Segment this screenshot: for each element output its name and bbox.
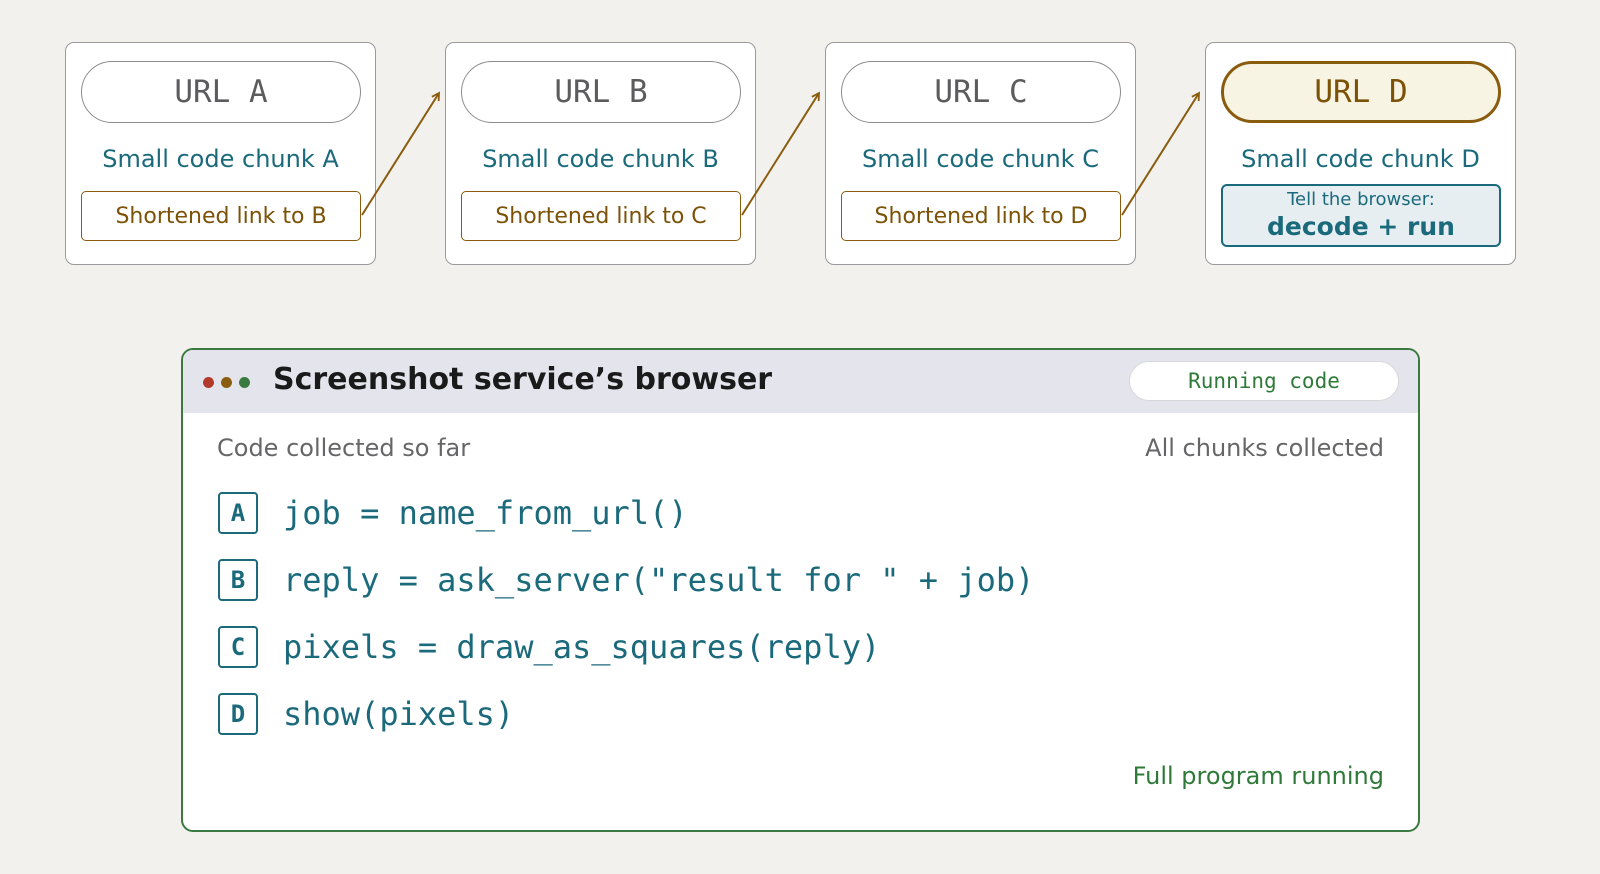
window-maximize-dot — [239, 377, 250, 388]
url-card-b: URL B Small code chunk B Shortened link … — [445, 42, 756, 265]
browser-title: Screenshot service’s browser — [273, 362, 773, 397]
tell-browser-label: Tell the browser: — [1287, 189, 1435, 210]
url-card-c: URL C Small code chunk C Shortened link … — [825, 42, 1136, 265]
running-status-badge: Running code — [1129, 361, 1399, 401]
short-link-to-d[interactable]: Shortened link to D — [841, 191, 1121, 241]
browser-titlebar: Screenshot service’s browser Running cod… — [183, 350, 1418, 413]
url-pill-b: URL B — [461, 61, 741, 123]
short-link-to-b[interactable]: Shortened link to B — [81, 191, 361, 241]
url-pill-c: URL C — [841, 61, 1121, 123]
full-program-running-note: Full program running — [1132, 762, 1384, 790]
short-link-to-c[interactable]: Shortened link to C — [461, 191, 741, 241]
chunk-badge-b: B — [218, 559, 258, 601]
url-pill-a: URL A — [81, 61, 361, 123]
code-text-c: pixels = draw_as_squares(reply) — [283, 628, 881, 666]
code-collected-label: Code collected so far — [217, 434, 471, 462]
window-minimize-dot — [221, 377, 232, 388]
url-card-d: URL D Small code chunk D Tell the browse… — [1205, 42, 1516, 265]
chunk-badge-c: C — [218, 626, 258, 668]
code-text-b: reply = ask_server("result for " + job) — [283, 561, 1035, 599]
url-card-a: URL A Small code chunk A Shortened link … — [65, 42, 376, 265]
code-text-a: job = name_from_url() — [283, 494, 688, 532]
window-close-dot — [203, 377, 214, 388]
chunk-label-b: Small code chunk B — [482, 145, 719, 173]
browser-window: Screenshot service’s browser Running cod… — [181, 348, 1420, 832]
chunk-badge-a: A — [218, 492, 258, 534]
chunk-label-c: Small code chunk C — [862, 145, 1099, 173]
chunk-badge-d: D — [218, 693, 258, 735]
url-pill-d: URL D — [1221, 61, 1501, 123]
decode-run-label: decode + run — [1267, 212, 1455, 241]
chunk-label-a: Small code chunk A — [102, 145, 339, 173]
chunks-collected-status: All chunks collected — [1145, 434, 1384, 462]
chunk-label-d: Small code chunk D — [1241, 145, 1480, 173]
code-text-d: show(pixels) — [283, 695, 515, 733]
decode-run-box: Tell the browser: decode + run — [1221, 184, 1501, 247]
